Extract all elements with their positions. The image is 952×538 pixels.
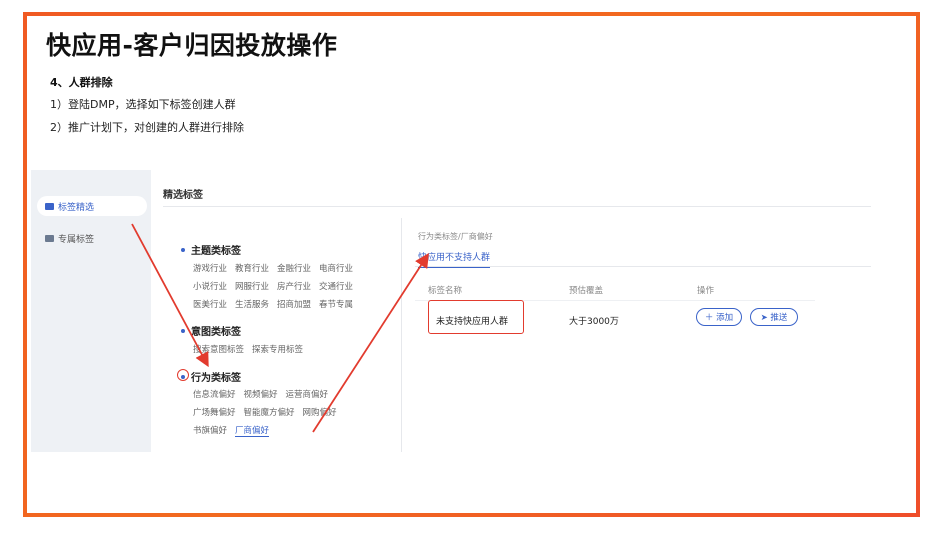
tag-row: 游戏行业 教育行业 金融行业 电商行业 — [193, 262, 361, 274]
tag-item-selected[interactable]: 厂商偏好 — [235, 426, 270, 437]
tag-item[interactable]: 书旗偏好 — [193, 426, 227, 436]
group-title-behavior: 行为类标签 — [181, 369, 241, 384]
dmp-screenshot: 标签精选 专属标签 精选标签 主题类标签 游戏行业 教育行业 金融行业 电商行业 小说… — [31, 170, 871, 452]
panel-divider — [401, 218, 402, 452]
column-header: 标签名称 — [428, 286, 463, 296]
step-line-2: 2）推广计划下，对创建的人群进行排除 — [50, 121, 244, 134]
step-title: 4、人群排除 — [50, 76, 113, 89]
breadcrumb: 行为类标签/厂商偏好 — [418, 232, 493, 241]
tag-row: 医美行业 生活服务 招商加盟 春节专属 — [193, 298, 361, 310]
step-line-1: 1）登陆DMP，选择如下标签创建人群 — [50, 98, 236, 111]
group-title-theme: 主题类标签 — [181, 242, 241, 257]
sidebar-item-featured-tags[interactable]: 标签精选 — [37, 196, 147, 216]
tag-row: 书旗偏好 厂商偏好 — [193, 424, 277, 437]
tag-item[interactable]: 网购偏好 — [303, 408, 337, 418]
folder-icon — [45, 235, 54, 242]
tag-row: 小说行业 网服行业 房产行业 交通行业 — [193, 280, 361, 292]
tag-item[interactable]: 医美行业 — [193, 300, 227, 310]
tag-item[interactable]: 视频偏好 — [244, 390, 278, 400]
tag-item[interactable]: 信息流偏好 — [193, 390, 236, 400]
sidebar-item-exclusive-tags[interactable]: 专属标签 — [45, 232, 94, 245]
slide-title: 快应用-客户归因投放操作 — [46, 31, 338, 60]
tag-row: 搜索意图标签 探索专用标签 — [193, 343, 311, 355]
tag-item[interactable]: 网服行业 — [235, 282, 269, 292]
table-cell-name: 未支持快应用人群 — [436, 317, 509, 327]
tag-item[interactable]: 交通行业 — [319, 282, 353, 292]
tag-item[interactable]: 游戏行业 — [193, 264, 227, 274]
tag-item[interactable]: 房产行业 — [277, 282, 311, 292]
sidebar-item-label: 标签精选 — [58, 202, 95, 213]
add-button[interactable]: ＋ 添加 — [696, 308, 742, 326]
tag-item[interactable]: 电商行业 — [319, 264, 353, 274]
tag-item[interactable]: 金融行业 — [277, 264, 311, 274]
column-header: 操作 — [697, 286, 715, 296]
tab-divider — [415, 266, 871, 267]
tag-item[interactable]: 招商加盟 — [277, 300, 311, 310]
table-cell-coverage: 大于3000万 — [569, 317, 619, 327]
tag-item[interactable]: 智能魔方偏好 — [244, 408, 295, 418]
tag-item[interactable]: 春节专属 — [319, 300, 353, 310]
tag-row: 信息流偏好 视频偏好 运营商偏好 — [193, 388, 336, 400]
group-title-label: 行为类标签 — [191, 373, 241, 384]
folder-icon — [45, 202, 54, 210]
tag-item[interactable]: 广场舞偏好 — [193, 408, 236, 418]
group-title-label: 主题类标签 — [191, 246, 241, 257]
column-header: 预估覆盖 — [569, 286, 604, 296]
bullet-icon — [181, 374, 185, 379]
tag-item[interactable]: 探索专用标签 — [252, 345, 303, 355]
group-title-label: 意图类标签 — [191, 327, 241, 338]
bullet-icon — [181, 247, 185, 252]
header-divider — [163, 206, 871, 207]
bullet-icon — [181, 328, 185, 333]
tag-item[interactable]: 生活服务 — [235, 300, 269, 310]
tag-item[interactable]: 教育行业 — [235, 264, 269, 274]
push-button[interactable]: ➤ 推送 — [750, 308, 798, 326]
tag-item[interactable]: 搜索意图标签 — [193, 345, 244, 355]
page-title: 精选标签 — [163, 190, 203, 201]
tag-item[interactable]: 运营商偏好 — [286, 390, 329, 400]
tag-row: 广场舞偏好 智能魔方偏好 网购偏好 — [193, 406, 345, 418]
sidebar: 标签精选 专属标签 — [31, 170, 151, 452]
sidebar-item-label: 专属标签 — [58, 235, 95, 245]
tag-item[interactable]: 小说行业 — [193, 282, 227, 292]
group-title-intent: 意图类标签 — [181, 323, 241, 338]
